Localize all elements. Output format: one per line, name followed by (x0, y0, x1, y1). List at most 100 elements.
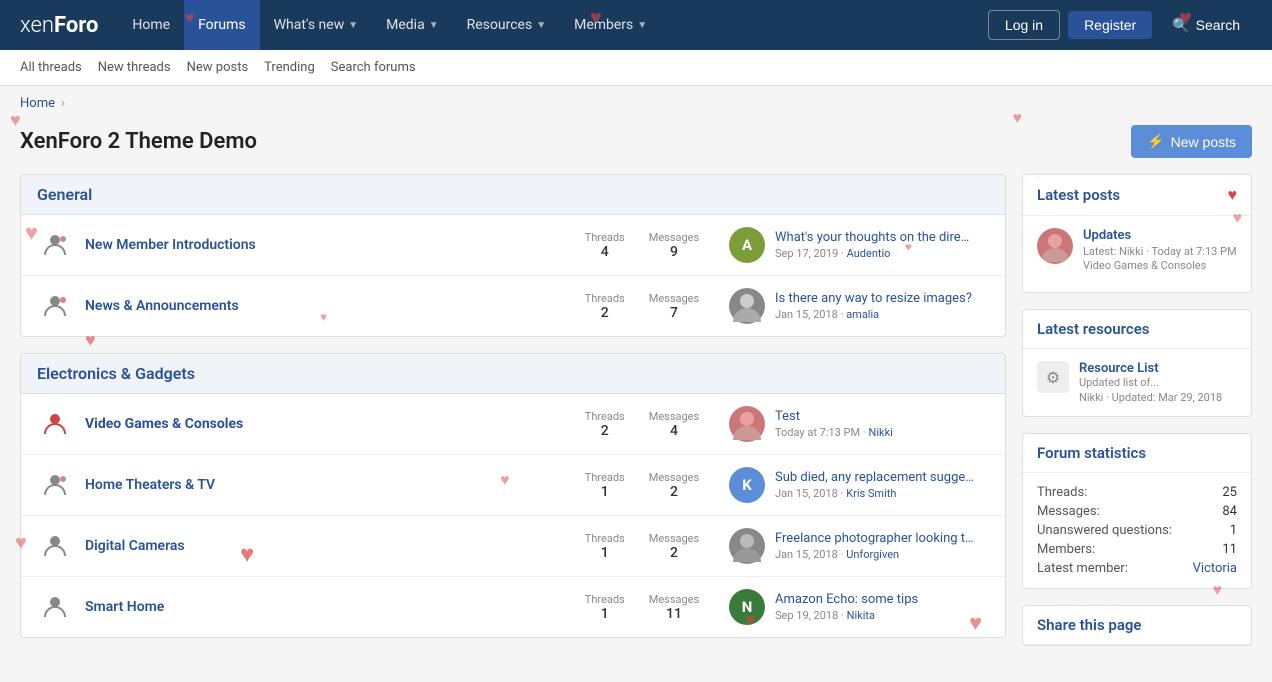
media-arrow: ▼ (429, 20, 439, 31)
sidebar-latest-resources-title: Latest resources (1037, 320, 1150, 338)
forum-row-home-theaters: Home Theaters & TV Threads 1 Messages 2 … (21, 455, 1005, 516)
resource-title[interactable]: Resource List (1079, 361, 1222, 376)
sidebar-share-title: Share this page (1037, 616, 1142, 634)
forum-name-home-theaters[interactable]: Home Theaters & TV (85, 477, 215, 493)
stat-val-messages: 84 (1193, 504, 1237, 519)
lp-avatar (1037, 228, 1073, 264)
breadcrumb-home[interactable]: Home (20, 96, 55, 111)
nav-right: Log in Register 🔍 Search (988, 10, 1252, 40)
latest-post-home-theaters: K Sub died, any replacement sugge… Jan 1… (729, 467, 989, 503)
main-nav: Home Forums What's new ▼ Media ▼ Resourc… (118, 0, 988, 50)
latest-title-new-member[interactable]: What's your thoughts on the direc… (775, 230, 975, 245)
resource-info: Resource List Updated list of... Nikki ·… (1079, 361, 1222, 404)
search-button[interactable]: 🔍 Search (1160, 11, 1252, 40)
stat-key-messages: Messages: (1037, 504, 1185, 519)
forum-name-smart-home[interactable]: Smart Home (85, 599, 164, 615)
forum-icon-new-member (37, 227, 73, 263)
sidebar-latest-resources-body: ⚙ Resource List Updated list of... Nikki… (1023, 349, 1251, 416)
section-title-electronics: Electronics & Gadgets (37, 364, 195, 383)
sidebar-share-header: Share this page (1023, 606, 1251, 645)
latest-title-smart-home[interactable]: Amazon Echo: some tips (775, 592, 918, 607)
nav-whats-new[interactable]: What's new ▼ (260, 0, 373, 50)
latest-info-news: Is there any way to resize images? Jan 1… (775, 291, 972, 321)
nav-home[interactable]: Home (118, 0, 184, 50)
threads-stat-digital-cameras: Threads 1 (585, 532, 625, 561)
forum-name-new-member[interactable]: New Member Introductions (85, 237, 256, 253)
avatar-news (729, 288, 765, 324)
forum-icon-home-theaters (37, 467, 73, 503)
latest-info-digital-cameras: Freelance photographer looking to… Jan 1… (775, 531, 975, 561)
messages-stat-digital-cameras: Messages 2 (649, 532, 699, 561)
sub-nav-search-forums[interactable]: Search forums (331, 60, 416, 75)
sidebar: Latest posts ♥ Updates Latest: Nikki · T… (1022, 174, 1252, 662)
sidebar-latest-resources: Latest resources ⚙ Resource List Updated… (1022, 309, 1252, 417)
forum-info-smart-home: Smart Home (85, 599, 555, 615)
stats-grid: Threads: 25 Messages: 84 Unanswered ques… (1037, 485, 1237, 576)
content-area: General New Member Introductions Thread (20, 174, 1006, 662)
latest-meta-digital-cameras: Jan 15, 2018 · Unforgiven (775, 548, 975, 561)
resource-icon: ⚙ (1037, 361, 1069, 393)
stat-key-members: Members: (1037, 542, 1185, 557)
forum-info-video-games: Video Games & Consoles (85, 416, 555, 432)
whats-new-arrow: ▼ (348, 20, 358, 31)
forum-row-video-games: Video Games & Consoles Threads 2 Message… (21, 394, 1005, 455)
latest-post-new-member: A What's your thoughts on the direc… Sep… (729, 227, 989, 263)
lp-title[interactable]: Updates (1083, 228, 1237, 243)
latest-title-home-theaters[interactable]: Sub died, any replacement sugge… (775, 470, 974, 485)
latest-meta-home-theaters: Jan 15, 2018 · Kris Smith (775, 487, 974, 500)
sidebar-latest-posts-header: Latest posts ♥ (1023, 175, 1251, 216)
sub-nav-trending[interactable]: Trending (264, 60, 315, 75)
latest-info-new-member: What's your thoughts on the direc… Sep 1… (775, 230, 975, 260)
latest-post-news: Is there any way to resize images? Jan 1… (729, 288, 989, 324)
forum-stats-video-games: Threads 2 Messages 4 (567, 410, 717, 439)
sidebar-latest-resources-header: Latest resources (1023, 310, 1251, 349)
forum-row-smart-home: Smart Home Threads 1 Messages 11 N Amaz (21, 577, 1005, 637)
forum-stats-new-member: Threads 4 Messages 9 (567, 231, 717, 260)
logo[interactable]: xenForo (20, 13, 98, 38)
new-posts-button[interactable]: ⚡ New posts (1131, 125, 1252, 158)
breadcrumb-sep: › (61, 96, 65, 111)
nav-forums[interactable]: Forums (184, 0, 260, 50)
sidebar-latest-posts-body: Updates Latest: Nikki · Today at 7:13 PM… (1023, 216, 1251, 292)
avatar-video-games (729, 406, 765, 442)
latest-title-video-games[interactable]: Test (775, 409, 893, 424)
sub-nav-new-posts[interactable]: New posts (187, 60, 249, 75)
forum-stats-digital-cameras: Threads 1 Messages 2 (567, 532, 717, 561)
forum-name-video-games[interactable]: Video Games & Consoles (85, 416, 243, 432)
forum-name-digital-cameras[interactable]: Digital Cameras (85, 538, 185, 554)
nav-media[interactable]: Media ▼ (372, 0, 452, 50)
register-button[interactable]: Register (1068, 11, 1152, 39)
sub-nav-all-threads[interactable]: All threads (20, 60, 82, 75)
latest-title-digital-cameras[interactable]: Freelance photographer looking to… (775, 531, 975, 546)
latest-info-video-games: Test Today at 7:13 PM · Nikki (775, 409, 893, 439)
sidebar-forum-stats-header: Forum statistics (1023, 434, 1251, 473)
forum-stats-news: Threads 2 Messages 7 (567, 292, 717, 321)
resource-item: ⚙ Resource List Updated list of... Nikki… (1037, 361, 1237, 404)
stat-val-latest-member[interactable]: Victoria (1193, 561, 1237, 576)
forum-stats-smart-home: Threads 1 Messages 11 (567, 593, 717, 622)
latest-title-news[interactable]: Is there any way to resize images? (775, 291, 972, 306)
heart-icon-latest: ♥ (1228, 185, 1238, 205)
forum-icon-video-games (37, 406, 73, 442)
messages-stat-smart-home: Messages 11 (649, 593, 699, 622)
members-arrow: ▼ (637, 20, 647, 31)
avatar-new-member: A (729, 227, 765, 263)
nav-resources[interactable]: Resources ▼ (453, 0, 560, 50)
forum-info-new-member: New Member Introductions (85, 237, 555, 253)
forum-section-electronics: Electronics & Gadgets Video Games & Cons… (20, 353, 1006, 638)
resources-arrow: ▼ (536, 20, 546, 31)
messages-stat-home-theaters: Messages 2 (649, 471, 699, 500)
stat-val-threads: 25 (1193, 485, 1237, 500)
latest-meta-video-games: Today at 7:13 PM · Nikki (775, 426, 893, 439)
main-layout: General New Member Introductions Thread (0, 174, 1272, 682)
resource-meta: Nikki · Updated: Mar 29, 2018 (1079, 391, 1222, 404)
lp-meta: Latest: Nikki · Today at 7:13 PM (1083, 245, 1237, 258)
forum-info-home-theaters: Home Theaters & TV (85, 477, 555, 493)
latest-meta-news: Jan 15, 2018 · amalia (775, 308, 972, 321)
forum-name-news[interactable]: News & Announcements (85, 298, 239, 314)
login-button[interactable]: Log in (988, 10, 1060, 40)
lp-info: Updates Latest: Nikki · Today at 7:13 PM… (1083, 228, 1237, 272)
forum-icon-digital-cameras (37, 528, 73, 564)
nav-members[interactable]: Members ▼ (560, 0, 661, 50)
sub-nav-new-threads[interactable]: New threads (98, 60, 171, 75)
